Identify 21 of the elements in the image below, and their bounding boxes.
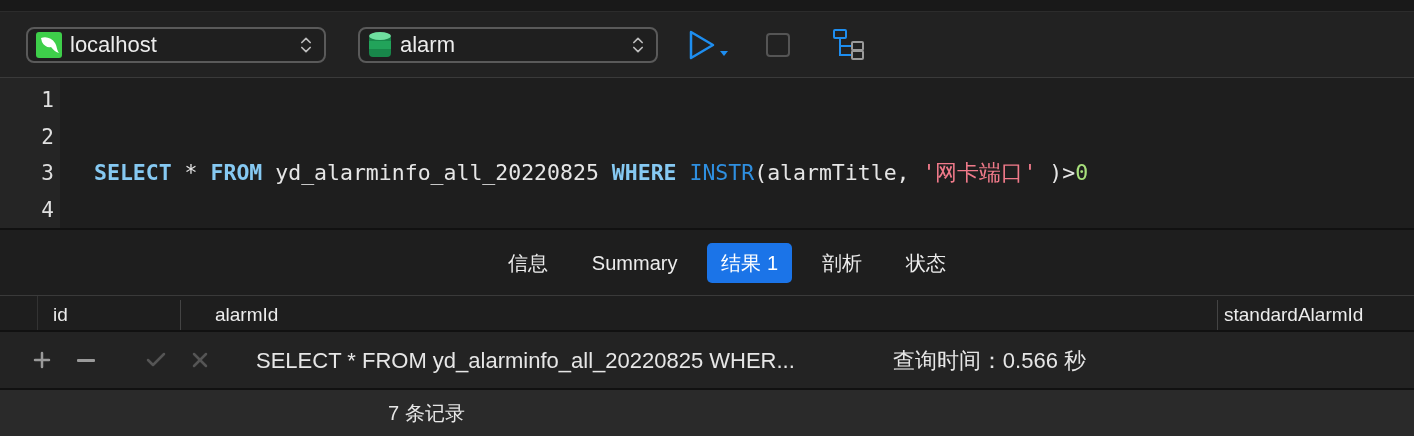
line-number: 2 xyxy=(40,123,55,151)
database-icon xyxy=(368,30,392,59)
column-header[interactable]: alarmId xyxy=(181,300,1218,330)
database-select[interactable]: alarm xyxy=(358,26,658,63)
line-number: 1 xyxy=(40,87,55,114)
line-number: 3 xyxy=(40,160,55,187)
line-number: 4 xyxy=(40,196,55,224)
code-line: SELECT * FROM yd_alarminfo_all_20220825 WHERE INSTR(alarmTitle, '网卡端口' )>0 xyxy=(94,159,1089,188)
record-count: 7 条记录 xyxy=(388,401,465,426)
query-time: 查询时间：0.566 秒 xyxy=(892,346,1086,375)
result-tab[interactable]: 剖析 xyxy=(808,242,877,283)
query-text: SELECT * FROM yd_alarminfo_all_20220825 WHER... xyxy=(256,346,795,375)
result-tab[interactable]: 结果 1 xyxy=(707,242,793,283)
connection-select[interactable]: localhost xyxy=(26,26,326,63)
minus-icon xyxy=(77,358,95,362)
column-header[interactable]: id xyxy=(38,300,181,330)
hierarchy-icon[interactable] xyxy=(832,27,866,62)
result-tab[interactable]: 状态 xyxy=(892,242,961,283)
column-header[interactable]: standardAlarmId xyxy=(1218,300,1414,330)
result-tab[interactable]: Summary xyxy=(577,242,692,283)
result-tab[interactable]: 信息 xyxy=(493,242,562,283)
